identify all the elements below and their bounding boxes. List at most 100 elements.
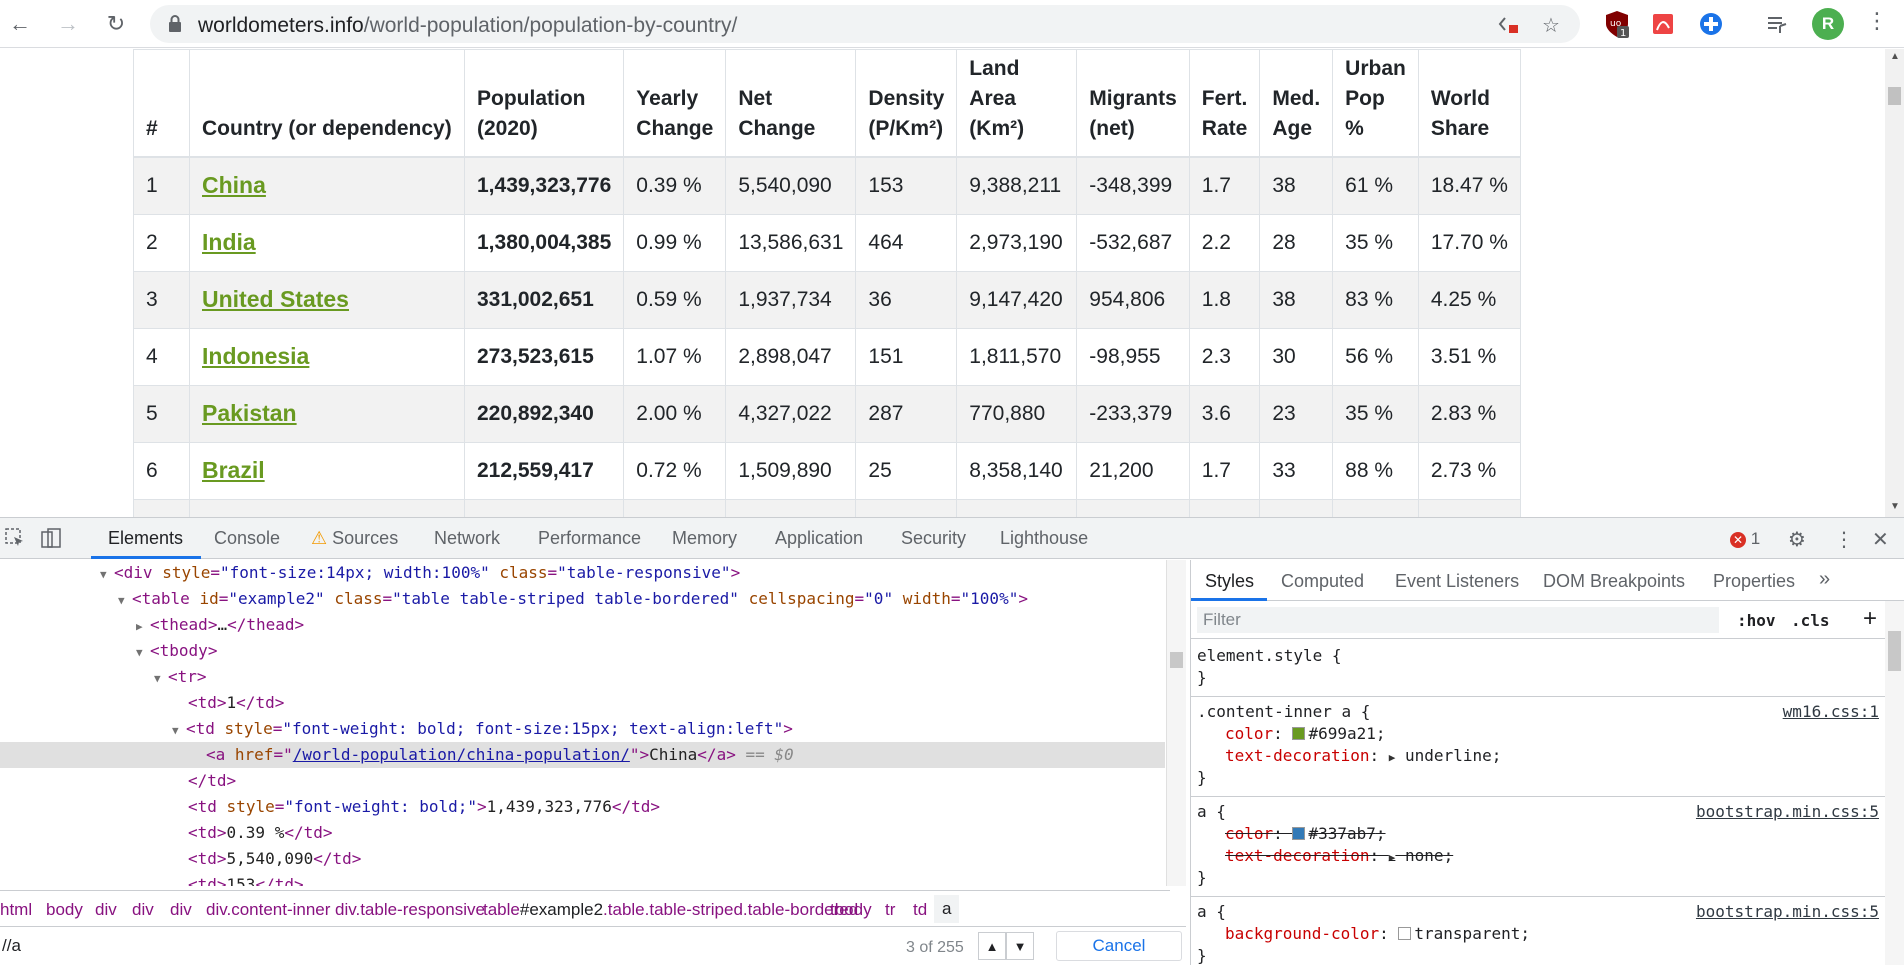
column-header[interactable]: #: [133, 49, 190, 158]
breadcrumb-item[interactable]: div: [170, 900, 192, 920]
dom-node-td-country[interactable]: ▼ <td style="font-weight: bold; font-size…: [0, 716, 1165, 742]
page-scrollbar[interactable]: ▲ ▼: [1885, 49, 1904, 517]
error-counter[interactable]: ✕ 1: [1730, 529, 1760, 549]
breadcrumb-item[interactable]: div: [95, 900, 117, 920]
href-link[interactable]: /world-population/china-population/: [293, 745, 630, 764]
rule-property[interactable]: text-decoration: ▶ underline;: [1191, 745, 1885, 767]
device-toolbar-icon[interactable]: [40, 527, 62, 555]
close-devtools-icon[interactable]: ✕: [1872, 527, 1889, 552]
expand-triangle-icon[interactable]: ▼: [136, 640, 150, 666]
country-link[interactable]: China: [202, 172, 266, 198]
dom-node-td[interactable]: <td>153</td>: [0, 872, 1165, 886]
tab-performance[interactable]: Performance: [538, 528, 641, 549]
breadcrumb-item[interactable]: div.table-responsive: [335, 900, 485, 920]
breadcrumb-item[interactable]: table#example2.table.table-striped.table…: [483, 900, 858, 920]
inspect-element-icon[interactable]: [4, 527, 26, 555]
search-cancel-button[interactable]: Cancel: [1056, 931, 1182, 961]
tab-elements[interactable]: Elements: [108, 528, 183, 549]
breadcrumb-item[interactable]: div.content-inner: [206, 900, 330, 920]
settings-gear-icon[interactable]: ⚙: [1788, 527, 1806, 552]
column-header[interactable]: Migrants (net): [1076, 49, 1190, 158]
dom-node-tr[interactable]: ▼ <tr>: [0, 664, 1165, 690]
expand-triangle-icon[interactable]: ▼: [118, 588, 132, 614]
profile-avatar[interactable]: R: [1812, 8, 1844, 40]
search-next-chevron-icon[interactable]: ▼: [1006, 932, 1034, 960]
browser-menu-icon[interactable]: ⋮: [1866, 8, 1888, 34]
rule-selector[interactable]: element.style {: [1191, 645, 1885, 667]
rule-selector[interactable]: .content-inner a {: [1197, 702, 1370, 721]
column-header[interactable]: Density (P/Km²): [855, 49, 958, 158]
color-swatch[interactable]: [1292, 827, 1306, 840]
breadcrumb-item[interactable]: tr: [885, 900, 895, 920]
column-header[interactable]: Country (or dependency): [189, 49, 465, 158]
address-bar[interactable]: worldometers.info/world-population/popul…: [150, 5, 1580, 43]
dom-node-td-population[interactable]: <td style="font-weight: bold;">1,439,323…: [0, 794, 1165, 820]
color-swatch[interactable]: [1292, 727, 1306, 740]
back-arrow-icon[interactable]: ←: [4, 8, 36, 40]
breadcrumb-item[interactable]: html: [0, 900, 32, 920]
dom-node-table[interactable]: ▼ <table id="example2" class="table table…: [0, 586, 1165, 612]
class-toggle[interactable]: .cls: [1791, 611, 1830, 630]
column-header[interactable]: Yearly Change: [623, 49, 727, 158]
tab-event-listeners[interactable]: Event Listeners: [1395, 571, 1519, 592]
page-scrollbar-thumb[interactable]: [1888, 87, 1901, 105]
rule-property[interactable]: background-color: transparent;: [1191, 923, 1885, 945]
dom-search-input[interactable]: //a: [0, 931, 980, 961]
expand-triangle-icon[interactable]: ▼: [172, 718, 186, 744]
rule-property-overridden[interactable]: text-decoration: ▶ none;: [1191, 845, 1885, 867]
dom-node-thead[interactable]: ▶ <thead>…</thead>: [0, 612, 1165, 638]
dom-tree-scrollbar[interactable]: [1166, 560, 1186, 886]
more-tabs-chevron-icon[interactable]: »: [1819, 568, 1830, 591]
tab-security[interactable]: Security: [901, 528, 966, 549]
rule-selector[interactable]: a {: [1197, 902, 1226, 921]
pdf-extension-icon[interactable]: [1648, 9, 1678, 39]
column-header[interactable]: Population (2020): [463, 49, 625, 158]
dom-node-td[interactable]: <td>5,540,090</td>: [0, 846, 1165, 872]
search-prev-chevron-icon[interactable]: ▲: [978, 932, 1006, 960]
tab-sources[interactable]: ⚠ Sources: [311, 528, 398, 549]
expand-triangle-icon[interactable]: ▼: [154, 666, 168, 692]
rule-property[interactable]: color: #699a21;: [1191, 723, 1885, 745]
hover-state-toggle[interactable]: :hov: [1737, 611, 1776, 630]
devtools-menu-icon[interactable]: ⋮: [1834, 527, 1854, 552]
transparent-swatch[interactable]: [1398, 927, 1412, 940]
country-link[interactable]: India: [202, 229, 256, 255]
dom-node-a-selected[interactable]: <a href="/world-population/china-populat…: [0, 742, 1165, 768]
reload-icon[interactable]: ↻: [100, 8, 132, 40]
new-rule-plus-icon[interactable]: +: [1863, 605, 1877, 633]
rule-source-link[interactable]: bootstrap.min.css:5: [1696, 901, 1879, 923]
breadcrumb-item[interactable]: tbody: [830, 900, 872, 920]
tab-application[interactable]: Application: [775, 528, 863, 549]
styles-filter-input[interactable]: Filter: [1197, 607, 1719, 633]
column-header[interactable]: Net Change: [725, 49, 857, 158]
rule-source-link[interactable]: wm16.css:1: [1783, 701, 1879, 723]
media-playlist-icon[interactable]: [1762, 9, 1792, 39]
dom-node-td[interactable]: <td>1</td>: [0, 690, 1165, 716]
country-link[interactable]: United States: [202, 286, 349, 312]
collapse-triangle-icon[interactable]: ▶: [136, 614, 150, 640]
expand-triangle-icon[interactable]: ▶: [1389, 851, 1396, 864]
rule-source-link[interactable]: bootstrap.min.css:5: [1696, 801, 1879, 823]
dom-node-div[interactable]: ▼ <div style="font-size:14px; width:100%"…: [0, 560, 1165, 586]
column-header[interactable]: Med. Age: [1259, 49, 1334, 158]
dom-node-td[interactable]: <td>0.39 %</td>: [0, 820, 1165, 846]
forward-arrow-icon[interactable]: →: [52, 8, 84, 40]
tab-lighthouse[interactable]: Lighthouse: [1000, 528, 1088, 549]
cross-extension-icon[interactable]: [1696, 9, 1726, 39]
rule-selector[interactable]: a {: [1197, 802, 1226, 821]
column-header[interactable]: World Share: [1417, 49, 1521, 158]
breadcrumb-item[interactable]: td: [913, 900, 927, 920]
breadcrumb-item[interactable]: div: [132, 900, 154, 920]
expand-triangle-icon[interactable]: ▶: [1389, 751, 1396, 764]
selector-gadget-icon[interactable]: [1498, 13, 1520, 41]
rule-property-overridden[interactable]: color: #337ab7;: [1191, 823, 1885, 845]
tab-memory[interactable]: Memory: [672, 528, 737, 549]
column-header[interactable]: Fert. Rate: [1188, 49, 1261, 158]
dom-node-tbody[interactable]: ▼ <tbody>: [0, 638, 1165, 664]
tab-dom-breakpoints[interactable]: DOM Breakpoints: [1543, 571, 1685, 592]
column-header[interactable]: Land Area (Km²): [956, 49, 1078, 158]
tab-styles[interactable]: Styles: [1205, 571, 1254, 592]
tab-console[interactable]: Console: [214, 528, 280, 549]
scroll-up-arrow-icon[interactable]: ▲: [1890, 51, 1900, 62]
styles-scrollbar[interactable]: [1885, 601, 1904, 965]
